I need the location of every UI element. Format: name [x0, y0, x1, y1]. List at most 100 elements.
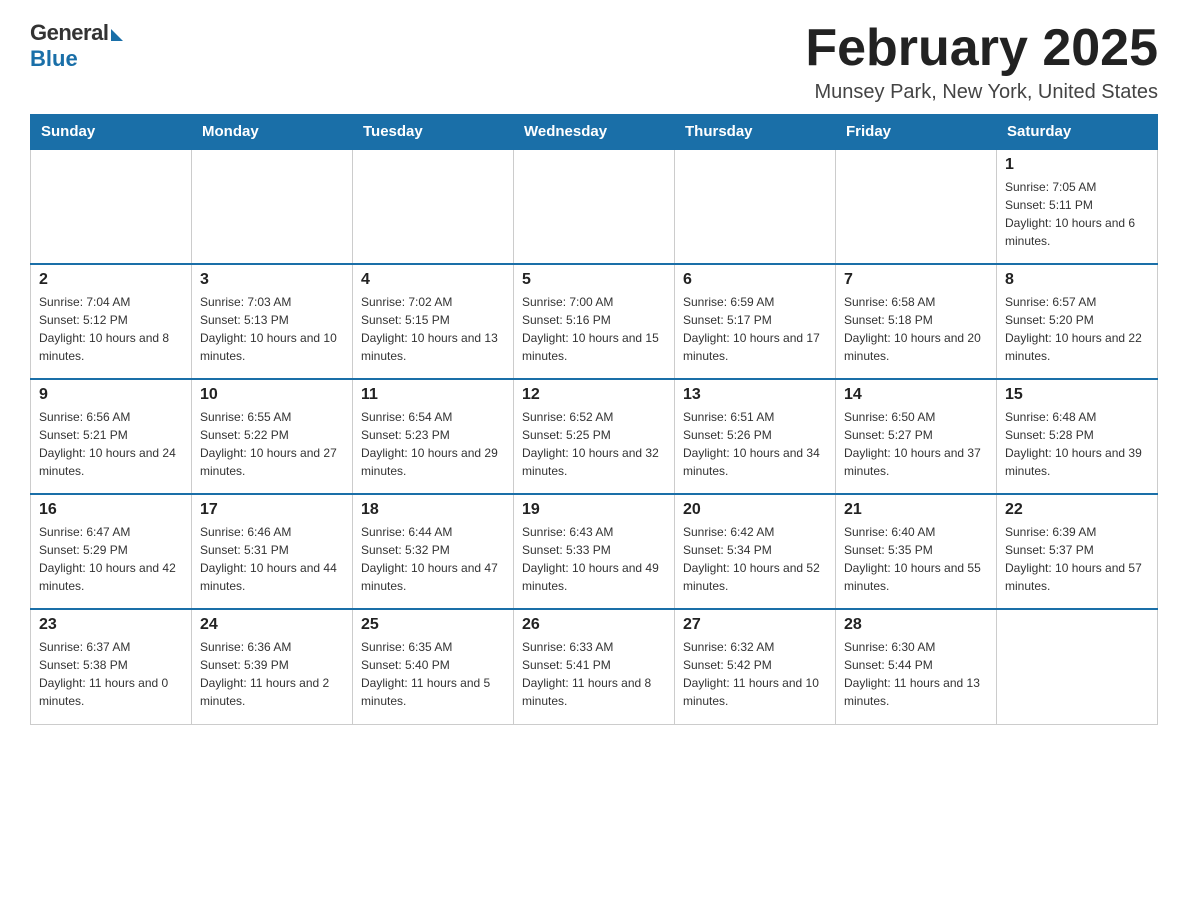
calendar-cell: 25 Sunrise: 6:35 AMSunset: 5:40 PMDayligh…: [353, 609, 514, 724]
weekday-header-thursday: Thursday: [675, 115, 836, 150]
day-number: 22: [1005, 501, 1149, 519]
day-info: Sunrise: 6:47 AMSunset: 5:29 PMDaylight:…: [39, 523, 183, 595]
calendar-cell: 26 Sunrise: 6:33 AMSunset: 5:41 PMDayligh…: [514, 609, 675, 724]
day-number: 17: [200, 501, 344, 519]
day-number: 14: [844, 386, 988, 404]
weekday-header-wednesday: Wednesday: [514, 115, 675, 150]
day-number: 26: [522, 616, 666, 634]
day-info: Sunrise: 6:58 AMSunset: 5:18 PMDaylight:…: [844, 293, 988, 365]
day-number: 27: [683, 616, 827, 634]
day-info: Sunrise: 6:48 AMSunset: 5:28 PMDaylight:…: [1005, 408, 1149, 480]
calendar-cell: 19 Sunrise: 6:43 AMSunset: 5:33 PMDayligh…: [514, 494, 675, 609]
logo-blue-text: Blue: [30, 46, 78, 72]
day-info: Sunrise: 6:42 AMSunset: 5:34 PMDaylight:…: [683, 523, 827, 595]
day-number: 24: [200, 616, 344, 634]
day-info: Sunrise: 7:00 AMSunset: 5:16 PMDaylight:…: [522, 293, 666, 365]
calendar-table: SundayMondayTuesdayWednesdayThursdayFrid…: [30, 114, 1158, 725]
day-number: 12: [522, 386, 666, 404]
logo: General Blue: [30, 20, 123, 72]
day-number: 9: [39, 386, 183, 404]
weekday-header-monday: Monday: [192, 115, 353, 150]
title-section: February 2025 Munsey Park, New York, Uni…: [805, 20, 1158, 104]
day-number: 19: [522, 501, 666, 519]
calendar-week-row: 2 Sunrise: 7:04 AMSunset: 5:12 PMDaylight…: [31, 264, 1158, 379]
day-info: Sunrise: 6:43 AMSunset: 5:33 PMDaylight:…: [522, 523, 666, 595]
day-info: Sunrise: 7:02 AMSunset: 5:15 PMDaylight:…: [361, 293, 505, 365]
day-number: 7: [844, 271, 988, 289]
day-info: Sunrise: 6:51 AMSunset: 5:26 PMDaylight:…: [683, 408, 827, 480]
calendar-week-row: 16Sunrise: 6:47 AMSunset: 5:29 PMDayligh…: [31, 494, 1158, 609]
calendar-cell: 9Sunrise: 6:56 AMSunset: 5:21 PMDaylight…: [31, 379, 192, 494]
day-number: 6: [683, 271, 827, 289]
calendar-cell: 7 Sunrise: 6:58 AMSunset: 5:18 PMDaylight…: [836, 264, 997, 379]
day-info: Sunrise: 6:46 AMSunset: 5:31 PMDaylight:…: [200, 523, 344, 595]
logo-general-text: General: [30, 20, 108, 46]
calendar-cell: 4 Sunrise: 7:02 AMSunset: 5:15 PMDaylight…: [353, 264, 514, 379]
calendar-cell: 6 Sunrise: 6:59 AMSunset: 5:17 PMDaylight…: [675, 264, 836, 379]
calendar-cell: 17 Sunrise: 6:46 AMSunset: 5:31 PMDayligh…: [192, 494, 353, 609]
calendar-cell: 27 Sunrise: 6:32 AMSunset: 5:42 PMDayligh…: [675, 609, 836, 724]
calendar-week-row: 23 Sunrise: 6:37 AMSunset: 5:38 PMDayligh…: [31, 609, 1158, 724]
calendar-header: SundayMondayTuesdayWednesdayThursdayFrid…: [31, 115, 1158, 150]
day-number: 1: [1005, 156, 1149, 174]
calendar-cell: 3Sunrise: 7:03 AMSunset: 5:13 PMDaylight…: [192, 264, 353, 379]
day-info: Sunrise: 6:30 AMSunset: 5:44 PMDaylight:…: [844, 638, 988, 710]
day-info: Sunrise: 6:44 AMSunset: 5:32 PMDaylight:…: [361, 523, 505, 595]
location-subtitle: Munsey Park, New York, United States: [805, 81, 1158, 104]
calendar-cell: [836, 149, 997, 264]
day-info: Sunrise: 6:33 AMSunset: 5:41 PMDaylight:…: [522, 638, 666, 710]
calendar-cell: [675, 149, 836, 264]
day-number: 10: [200, 386, 344, 404]
day-info: Sunrise: 6:39 AMSunset: 5:37 PMDaylight:…: [1005, 523, 1149, 595]
day-number: 18: [361, 501, 505, 519]
day-info: Sunrise: 6:37 AMSunset: 5:38 PMDaylight:…: [39, 638, 183, 710]
day-info: Sunrise: 6:54 AMSunset: 5:23 PMDaylight:…: [361, 408, 505, 480]
day-number: 28: [844, 616, 988, 634]
day-number: 15: [1005, 386, 1149, 404]
calendar-cell: [997, 609, 1158, 724]
day-info: Sunrise: 6:52 AMSunset: 5:25 PMDaylight:…: [522, 408, 666, 480]
calendar-cell: 21 Sunrise: 6:40 AMSunset: 5:35 PMDayligh…: [836, 494, 997, 609]
calendar-cell: [353, 149, 514, 264]
calendar-cell: 22 Sunrise: 6:39 AMSunset: 5:37 PMDayligh…: [997, 494, 1158, 609]
day-info: Sunrise: 6:35 AMSunset: 5:40 PMDaylight:…: [361, 638, 505, 710]
day-number: 2: [39, 271, 183, 289]
calendar-cell: 24 Sunrise: 6:36 AMSunset: 5:39 PMDayligh…: [192, 609, 353, 724]
calendar-cell: 16Sunrise: 6:47 AMSunset: 5:29 PMDayligh…: [31, 494, 192, 609]
weekday-header-saturday: Saturday: [997, 115, 1158, 150]
day-info: Sunrise: 7:04 AMSunset: 5:12 PMDaylight:…: [39, 293, 183, 365]
day-info: Sunrise: 6:59 AMSunset: 5:17 PMDaylight:…: [683, 293, 827, 365]
day-number: 3: [200, 271, 344, 289]
day-number: 4: [361, 271, 505, 289]
day-number: 21: [844, 501, 988, 519]
calendar-cell: 11 Sunrise: 6:54 AMSunset: 5:23 PMDayligh…: [353, 379, 514, 494]
calendar-week-row: 9Sunrise: 6:56 AMSunset: 5:21 PMDaylight…: [31, 379, 1158, 494]
day-info: Sunrise: 6:32 AMSunset: 5:42 PMDaylight:…: [683, 638, 827, 710]
calendar-cell: 8 Sunrise: 6:57 AMSunset: 5:20 PMDaylight…: [997, 264, 1158, 379]
calendar-body: 1 Sunrise: 7:05 AMSunset: 5:11 PMDaylight…: [31, 149, 1158, 724]
day-info: Sunrise: 7:05 AMSunset: 5:11 PMDaylight:…: [1005, 178, 1149, 250]
calendar-cell: 12 Sunrise: 6:52 AMSunset: 5:25 PMDayligh…: [514, 379, 675, 494]
day-info: Sunrise: 6:55 AMSunset: 5:22 PMDaylight:…: [200, 408, 344, 480]
weekday-header-row: SundayMondayTuesdayWednesdayThursdayFrid…: [31, 115, 1158, 150]
day-info: Sunrise: 6:36 AMSunset: 5:39 PMDaylight:…: [200, 638, 344, 710]
calendar-cell: 5Sunrise: 7:00 AMSunset: 5:16 PMDaylight…: [514, 264, 675, 379]
calendar-cell: 15 Sunrise: 6:48 AMSunset: 5:28 PMDayligh…: [997, 379, 1158, 494]
day-number: 11: [361, 386, 505, 404]
day-number: 25: [361, 616, 505, 634]
weekday-header-friday: Friday: [836, 115, 997, 150]
day-number: 23: [39, 616, 183, 634]
day-number: 20: [683, 501, 827, 519]
day-number: 13: [683, 386, 827, 404]
logo-arrow-icon: [111, 29, 123, 41]
day-info: Sunrise: 6:40 AMSunset: 5:35 PMDaylight:…: [844, 523, 988, 595]
calendar-cell: 23 Sunrise: 6:37 AMSunset: 5:38 PMDayligh…: [31, 609, 192, 724]
calendar-cell: 13 Sunrise: 6:51 AMSunset: 5:26 PMDayligh…: [675, 379, 836, 494]
day-info: Sunrise: 6:57 AMSunset: 5:20 PMDaylight:…: [1005, 293, 1149, 365]
day-number: 8: [1005, 271, 1149, 289]
calendar-cell: [31, 149, 192, 264]
calendar-cell: [192, 149, 353, 264]
month-title: February 2025: [805, 20, 1158, 77]
calendar-cell: 2 Sunrise: 7:04 AMSunset: 5:12 PMDaylight…: [31, 264, 192, 379]
calendar-cell: [514, 149, 675, 264]
